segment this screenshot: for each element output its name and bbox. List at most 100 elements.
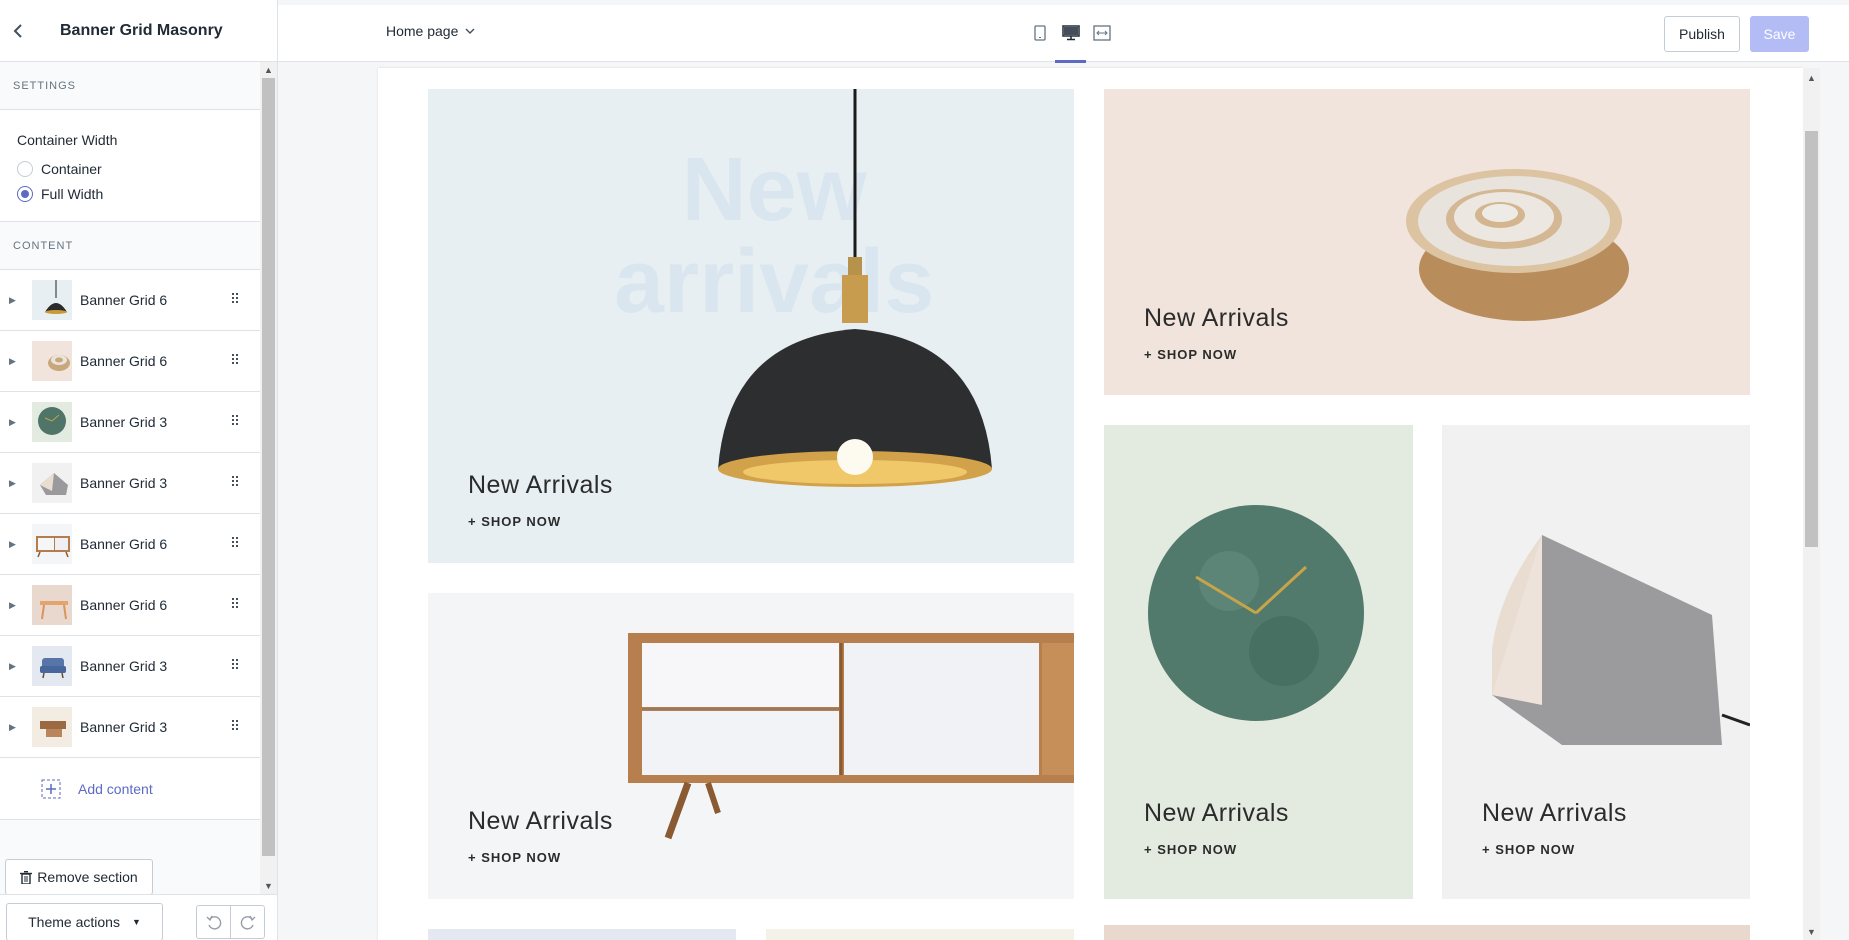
tile-title: New Arrivals — [468, 807, 613, 835]
caret-right-icon[interactable]: ▶ — [9, 539, 17, 550]
redo-button[interactable] — [230, 905, 265, 939]
content-block-item[interactable]: ▶ Banner Grid 6 — [0, 331, 260, 392]
content-block-item[interactable]: ▶ Banner Grid 3 — [0, 453, 260, 514]
shop-now-link[interactable]: + SHOP NOW — [1144, 347, 1237, 362]
mobile-view-button[interactable] — [1024, 17, 1055, 49]
chevron-down-icon — [465, 28, 475, 34]
concrete-speaker-image — [1492, 535, 1750, 745]
sidebar-footer: Theme actions ▼ — [0, 894, 277, 940]
ceramic-bowl-image — [1406, 169, 1629, 321]
scroll-up-icon[interactable]: ▲ — [1803, 70, 1820, 86]
block-label: Banner Grid 3 — [80, 719, 168, 735]
banner-tile-partial[interactable] — [1104, 925, 1750, 940]
remove-section-button[interactable]: Remove section — [5, 859, 153, 895]
wood-thumbnail — [32, 707, 72, 747]
scrollbar-thumb[interactable] — [262, 78, 275, 856]
drag-handle-icon[interactable] — [232, 476, 240, 488]
radio-label: Full Width — [41, 185, 104, 202]
add-content-label: Add content — [78, 780, 153, 797]
editor-toolbar: Home page Publish Save — [278, 0, 1849, 63]
device-switcher — [1024, 17, 1117, 63]
caret-down-icon: ▼ — [131, 917, 141, 927]
shop-now-link[interactable]: + SHOP NOW — [468, 514, 561, 529]
caret-right-icon[interactable]: ▶ — [9, 417, 17, 428]
radio-button-checked[interactable] — [17, 185, 33, 202]
banner-tile-bowl[interactable]: New Arrivals + SHOP NOW — [1104, 89, 1750, 395]
drag-handle-icon[interactable] — [232, 720, 240, 732]
redo-icon — [240, 915, 255, 930]
content-block-item[interactable]: ▶ Banner Grid 6 — [0, 514, 260, 575]
caret-right-icon[interactable]: ▶ — [9, 295, 17, 306]
fullscreen-view-button[interactable] — [1086, 17, 1117, 49]
content-block-item[interactable]: ▶ Banner Grid 3 — [0, 636, 260, 697]
drag-handle-icon[interactable] — [232, 659, 240, 671]
content-block-item[interactable]: ▶ Banner Grid 3 — [0, 697, 260, 758]
shop-now-link[interactable]: + SHOP NOW — [1482, 842, 1575, 857]
banner-tile-clock[interactable]: New Arrivals + SHOP NOW — [1104, 425, 1413, 899]
preview-scrollbar[interactable]: ▲ ▼ — [1803, 68, 1820, 940]
caret-right-icon[interactable]: ▶ — [9, 478, 17, 489]
settings-heading: SETTINGS — [0, 62, 260, 110]
desktop-view-button[interactable] — [1055, 17, 1086, 63]
chair-thumbnail — [32, 646, 72, 686]
block-label: Banner Grid 6 — [80, 353, 168, 369]
desktop-icon — [1061, 25, 1080, 41]
content-block-item[interactable]: ▶ Banner Grid 6 — [0, 575, 260, 636]
add-content-button[interactable]: Add content — [0, 758, 260, 820]
block-label: Banner Grid 6 — [80, 597, 168, 613]
scroll-down-icon[interactable]: ▼ — [260, 878, 277, 894]
back-button[interactable] — [0, 0, 36, 62]
sidebar-scrollbar[interactable]: ▲ ▼ — [260, 62, 277, 894]
sidebar-header: Banner Grid Masonry — [0, 0, 277, 62]
expand-horizontal-icon — [1092, 25, 1111, 41]
theme-actions-button[interactable]: Theme actions ▼ — [6, 903, 163, 940]
banner-tile-partial[interactable] — [428, 929, 736, 940]
scrollbar-thumb[interactable] — [1805, 131, 1818, 547]
mobile-icon — [1033, 25, 1046, 41]
content-block-item[interactable]: ▶ Banner Grid 3 — [0, 392, 260, 453]
radio-button[interactable] — [17, 160, 33, 177]
drag-handle-icon[interactable] — [232, 415, 240, 427]
table-thumbnail — [32, 585, 72, 625]
banner-tile-partial[interactable] — [766, 929, 1074, 940]
undo-button[interactable] — [196, 905, 231, 939]
storefront-preview: New arrivals New Arrivals + SHOP NOW New… — [378, 68, 1803, 940]
theme-editor-sidebar: Banner Grid Masonry SETTINGS Container W… — [0, 0, 278, 940]
drag-handle-icon[interactable] — [232, 598, 240, 610]
shop-now-link[interactable]: + SHOP NOW — [1144, 842, 1237, 857]
tile-title: New Arrivals — [1144, 799, 1289, 827]
banner-tile-speaker[interactable]: New Arrivals + SHOP NOW — [1442, 425, 1750, 899]
radio-container[interactable]: Container — [17, 156, 260, 181]
scroll-down-icon[interactable]: ▼ — [1803, 924, 1820, 940]
radio-full-width[interactable]: Full Width — [17, 181, 260, 206]
tile-title: New Arrivals — [1482, 799, 1627, 827]
chevron-left-icon — [13, 23, 22, 38]
shop-now-link[interactable]: + SHOP NOW — [468, 850, 561, 865]
page-selector[interactable]: Home page — [386, 23, 475, 39]
banner-tile-sideboard[interactable]: New Arrivals + SHOP NOW — [428, 593, 1074, 899]
sideboard-image — [628, 633, 1074, 840]
caret-right-icon[interactable]: ▶ — [9, 600, 17, 611]
page-selector-label: Home page — [386, 23, 459, 39]
tile-title: New Arrivals — [1144, 304, 1289, 332]
drag-handle-icon[interactable] — [232, 537, 240, 549]
caret-right-icon[interactable]: ▶ — [9, 661, 17, 672]
content-block-list: ▶ Banner Grid 6 ▶ Banner Grid 6 ▶ Banner… — [0, 270, 260, 758]
speaker-thumbnail — [32, 463, 72, 503]
add-block-icon — [41, 779, 61, 798]
block-label: Banner Grid 6 — [80, 536, 168, 552]
content-block-item[interactable]: ▶ Banner Grid 6 — [0, 270, 260, 331]
caret-right-icon[interactable]: ▶ — [9, 356, 17, 367]
banner-tile-lamp[interactable]: New arrivals New Arrivals + SHOP NOW — [428, 89, 1074, 563]
settings-panel: Container Width Container Full Width — [0, 110, 260, 222]
block-label: Banner Grid 3 — [80, 414, 168, 430]
drag-handle-icon[interactable] — [232, 354, 240, 366]
scroll-up-icon[interactable]: ▲ — [260, 62, 277, 78]
caret-right-icon[interactable]: ▶ — [9, 722, 17, 733]
publish-button[interactable]: Publish — [1664, 16, 1740, 52]
lamp-thumbnail — [32, 280, 72, 320]
drag-handle-icon[interactable] — [232, 293, 240, 305]
block-label: Banner Grid 3 — [80, 475, 168, 491]
save-button[interactable]: Save — [1750, 16, 1809, 52]
undo-icon — [206, 915, 221, 930]
